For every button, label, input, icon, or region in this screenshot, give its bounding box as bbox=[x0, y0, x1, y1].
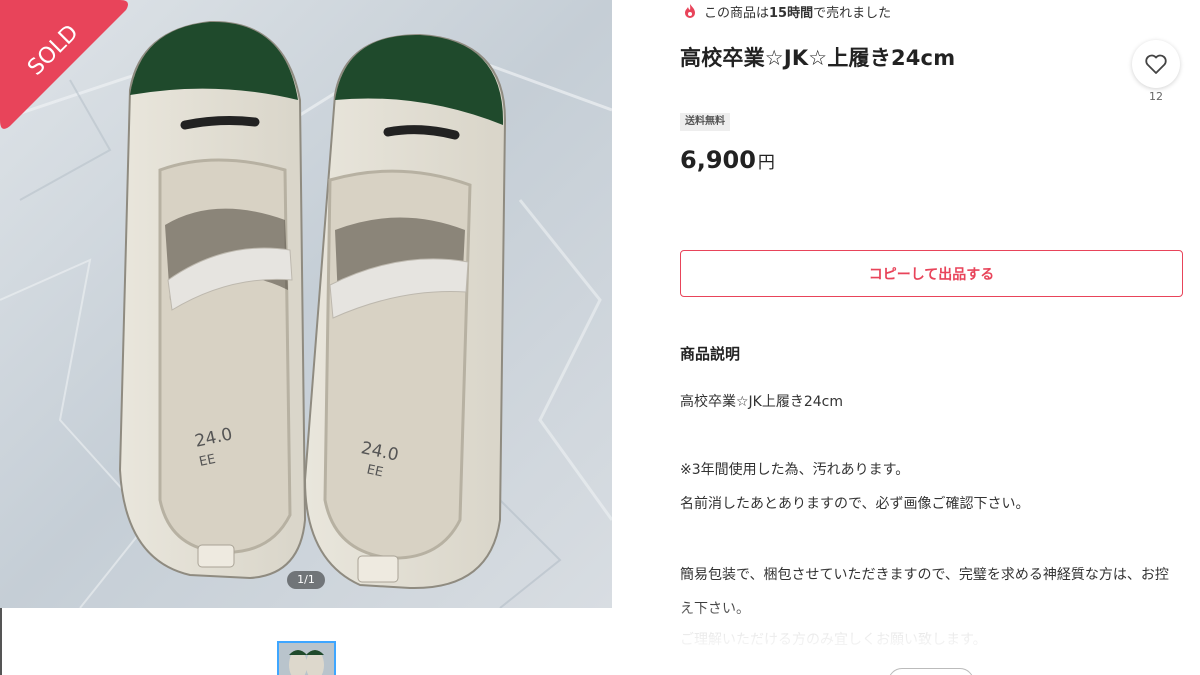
heart-icon bbox=[1145, 54, 1167, 74]
sold-ribbon: SOLD bbox=[0, 0, 128, 129]
flame-icon bbox=[685, 4, 695, 18]
sold-timer: この商品は 15時間 で売れました bbox=[682, 1, 891, 21]
like-count: 12 bbox=[1149, 90, 1163, 103]
price-amount: 6,900 bbox=[680, 146, 756, 174]
main-item-photo[interactable]: 24.0 EE 24.0 EE SOLD 1/1 bbox=[0, 0, 612, 608]
description-line: 簡易包装で、梱包させていただきますので、完璧を求める神経質な方は、お控え下さい。 bbox=[680, 567, 1169, 617]
copy-listing-button[interactable]: コピーして出品する bbox=[680, 250, 1183, 297]
panel-edge bbox=[0, 608, 2, 675]
image-counter: 1/1 bbox=[287, 571, 325, 589]
description-line: ※3年間使用した為、汚れあります。 bbox=[680, 462, 910, 478]
left-shoe: 24.0 EE bbox=[118, 20, 307, 580]
description-line bbox=[680, 422, 1180, 456]
sold-timer-prefix: この商品は bbox=[704, 5, 770, 21]
description-line: 高校卒業☆JK上履き24cm bbox=[680, 394, 844, 410]
price-unit: 円 bbox=[757, 153, 775, 173]
thumbnail-1[interactable] bbox=[277, 641, 336, 675]
description-line: 名前消したあとありますので、必ず画像ご確認下さい。 bbox=[680, 496, 1030, 512]
price: 6,900 円 bbox=[680, 146, 775, 174]
thumbnail-shoes-icon bbox=[279, 643, 334, 675]
description-line bbox=[680, 524, 1180, 558]
sold-timer-hours: 15時間 bbox=[769, 5, 814, 21]
item-title: 高校卒業☆JK☆上履き24cm bbox=[680, 46, 956, 70]
sold-timer-suffix: で売れました bbox=[813, 5, 892, 21]
right-shoe: 24.0 EE bbox=[303, 33, 507, 590]
description-heading: 商品説明 bbox=[680, 345, 741, 363]
image-gallery: 24.0 EE 24.0 EE SOLD 1/1 bbox=[0, 0, 612, 675]
item-info: この商品は 15時間 で売れました 高校卒業☆JK☆上履き24cm 12 送料無料 … bbox=[680, 0, 1185, 675]
item-page: 24.0 EE 24.0 EE SOLD 1/1 この商品は 15時間 で売れま… bbox=[0, 0, 1200, 675]
show-more-button[interactable] bbox=[888, 668, 974, 675]
description-body: 高校卒業☆JK上履き24cm ※3年間使用した為、汚れあります。 名前消したあと… bbox=[680, 388, 1180, 660]
shipping-badge: 送料無料 bbox=[680, 113, 730, 131]
description-line: ご理解いただける方のみ宜しくお願い致します。 bbox=[680, 632, 987, 648]
like-button[interactable] bbox=[1132, 40, 1180, 88]
